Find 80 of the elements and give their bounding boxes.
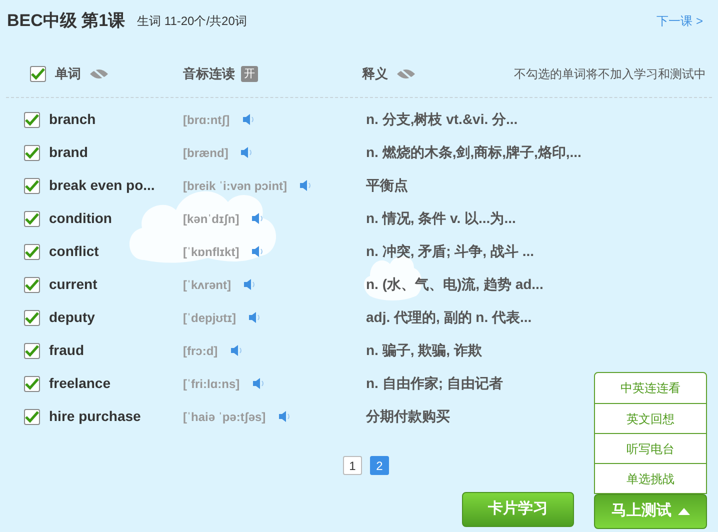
checkmark-icon bbox=[25, 146, 39, 158]
meaning-text: 平衡点 bbox=[366, 176, 408, 195]
word-checkbox[interactable] bbox=[24, 376, 40, 392]
word-text: conflict bbox=[49, 242, 99, 258]
column-header: 单词 bbox=[55, 64, 81, 83]
speaker-icon[interactable] bbox=[299, 179, 312, 192]
speaker-icon[interactable] bbox=[242, 113, 255, 126]
checkmark-icon bbox=[31, 68, 45, 80]
phonetic-text: [kənˈdɪʃn] bbox=[183, 210, 240, 228]
menu-item[interactable]: 单选挑战 bbox=[595, 463, 706, 493]
checkmark-icon bbox=[25, 344, 39, 356]
word-text: fraud bbox=[49, 342, 84, 358]
phonetic-text: [ˈfri:lɑ:ns] bbox=[183, 376, 240, 392]
word-text: condition bbox=[49, 210, 112, 226]
checkmark-icon bbox=[25, 180, 39, 192]
word-text: brand bbox=[49, 144, 88, 160]
meaning-text: 分期付款购买 bbox=[366, 407, 450, 426]
word-checkbox[interactable] bbox=[24, 276, 40, 292]
phonetic-text: [ˈhaiə ˈpə:tʃəs] bbox=[183, 408, 266, 426]
phonetic-text: [brænd] bbox=[183, 144, 228, 162]
speaker-icon[interactable] bbox=[243, 278, 256, 291]
word-count: 生词 11-20个/共20词 bbox=[137, 13, 247, 30]
checkmark-icon bbox=[25, 114, 39, 126]
test-now-button[interactable]: 马上测试 bbox=[594, 494, 707, 529]
speaker-icon[interactable] bbox=[230, 344, 243, 357]
phonetic-text: [frɔ:d] bbox=[183, 342, 218, 360]
speaker-icon[interactable] bbox=[248, 311, 261, 324]
checkmark-icon bbox=[25, 378, 39, 390]
word-checkbox[interactable] bbox=[24, 244, 40, 260]
speaker-icon[interactable] bbox=[252, 377, 265, 390]
checkmark-icon bbox=[25, 212, 39, 224]
word-checkbox[interactable] bbox=[24, 342, 40, 358]
toggle-button[interactable]: 开 bbox=[241, 66, 258, 82]
word-text: freelance bbox=[49, 374, 110, 390]
phonetic-text: [ˈkʌrənt] bbox=[183, 276, 232, 294]
word-checkbox[interactable] bbox=[24, 210, 40, 226]
word-checkbox[interactable] bbox=[24, 178, 40, 194]
card-study-button[interactable]: 卡片学习 bbox=[462, 492, 574, 527]
column-header: 释义 bbox=[362, 64, 388, 83]
checkmark-icon bbox=[25, 246, 39, 258]
word-text: branch bbox=[49, 110, 96, 126]
meaning-text: n. 骗子, 欺骗, 诈欺 bbox=[366, 341, 482, 360]
menu-item[interactable]: 中英连连看 bbox=[595, 373, 706, 403]
checkmark-icon bbox=[25, 410, 39, 422]
page-button[interactable]: 1 bbox=[343, 456, 362, 475]
meaning-text: n. 自由作家; 自由记者 bbox=[366, 374, 503, 393]
meaning-text: n. 分支,树枝 vt.&vi. 分... bbox=[366, 110, 518, 129]
word-checkbox[interactable] bbox=[24, 408, 40, 424]
phonetic-text: [brɑ:ntʃ] bbox=[183, 112, 230, 128]
page-title: BEC中级 第1课 bbox=[7, 10, 126, 32]
phonetic-text: [ˈkɒnflɪkt] bbox=[183, 244, 240, 260]
speaker-icon[interactable] bbox=[278, 410, 291, 423]
meaning-text: adj. 代理的, 副的 n. 代表... bbox=[366, 308, 532, 327]
hidden-eye-icon[interactable] bbox=[396, 66, 416, 80]
speaker-icon[interactable] bbox=[251, 212, 264, 225]
hint-text: 不勾选的单词将不加入学习和测试中 bbox=[514, 66, 706, 82]
speaker-icon[interactable] bbox=[240, 146, 254, 159]
speaker-icon[interactable] bbox=[251, 245, 264, 258]
column-header: 音标连读 bbox=[183, 64, 235, 83]
menu-item[interactable]: 英文回想 bbox=[595, 403, 706, 433]
word-text: current bbox=[49, 276, 98, 292]
checkmark-icon bbox=[25, 312, 39, 324]
checkmark-icon bbox=[25, 278, 39, 290]
word-text: deputy bbox=[49, 308, 95, 324]
phonetic-text: [ˈdepjʊtɪ] bbox=[183, 310, 236, 326]
next-lesson-link[interactable]: 下一课 > bbox=[656, 12, 711, 30]
select-all-checkbox[interactable] bbox=[30, 66, 46, 82]
hidden-eye-icon[interactable] bbox=[89, 66, 109, 80]
word-text: break even po... bbox=[49, 176, 155, 192]
meaning-text: n. (水、气、电)流, 趋势 ad... bbox=[366, 275, 544, 294]
word-checkbox[interactable] bbox=[24, 310, 40, 326]
phonetic-text: [breik ˈi:vən pɔint] bbox=[183, 178, 288, 194]
word-checkbox[interactable] bbox=[24, 144, 40, 160]
word-text: hire purchase bbox=[49, 408, 141, 424]
meaning-text: n. 情况, 条件 v. 以...为... bbox=[366, 209, 516, 228]
menu-item[interactable]: 听写电台 bbox=[595, 433, 706, 463]
page-button[interactable]: 2 bbox=[370, 456, 389, 475]
word-checkbox[interactable] bbox=[24, 112, 40, 128]
meaning-text: n. 燃烧的木条,剑,商标,牌子,烙印,... bbox=[366, 143, 582, 162]
meaning-text: n. 冲突, 矛盾; 斗争, 战斗 ... bbox=[366, 242, 534, 261]
